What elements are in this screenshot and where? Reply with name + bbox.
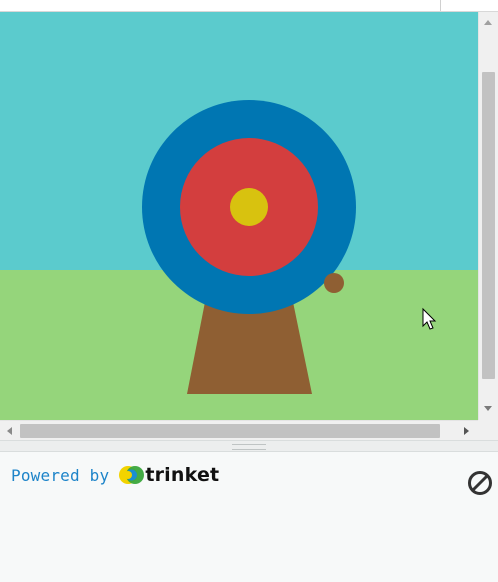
scroll-down-arrow-icon[interactable] <box>484 406 492 411</box>
splitter-grip-icon[interactable] <box>232 444 266 450</box>
output-canvas[interactable] <box>0 12 478 420</box>
vertical-scrollbar[interactable] <box>478 12 498 420</box>
archery-scene <box>0 12 478 420</box>
scroll-up-arrow-icon[interactable] <box>484 20 492 25</box>
scrollbar-corner <box>478 420 498 440</box>
vertical-scroll-thumb[interactable] <box>482 72 495 379</box>
footer-bar: Powered by trinket <box>0 452 498 582</box>
top-bar-divider <box>440 0 441 11</box>
powered-by-trinket-link[interactable]: Powered by trinket <box>11 464 219 486</box>
pane-splitter[interactable] <box>0 440 498 452</box>
scroll-left-arrow-icon[interactable] <box>7 427 12 435</box>
horizontal-scroll-thumb[interactable] <box>20 424 440 438</box>
arrow-dot <box>324 273 344 293</box>
target-bullseye <box>230 188 268 226</box>
target-stand <box>187 302 312 394</box>
scroll-right-arrow-icon[interactable] <box>464 427 469 435</box>
trinket-brand-name: trinket <box>145 464 220 486</box>
horizontal-scrollbar[interactable] <box>0 420 478 441</box>
powered-by-label: Powered by <box>11 465 110 485</box>
stop-circle-icon[interactable] <box>466 469 494 497</box>
trinket-logo-icon <box>119 466 145 484</box>
top-bar <box>0 0 498 12</box>
